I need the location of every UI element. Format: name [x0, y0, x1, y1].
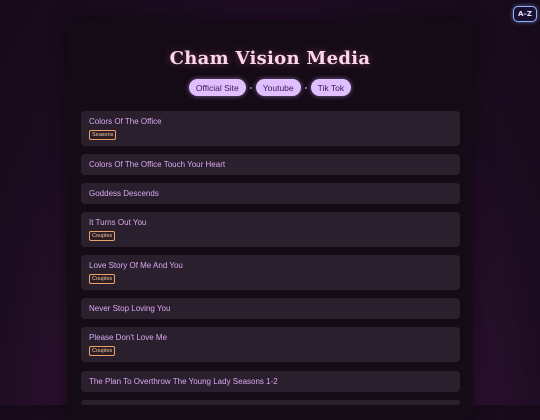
list-item-title: Goddess Descends: [89, 189, 159, 198]
list-item[interactable]: The Plan To Overthrow The Young Lady Sea…: [81, 371, 460, 392]
tag-badge: Couples: [89, 274, 116, 284]
list-item-title: The Plan To Overthrow The Young Lady Sea…: [89, 377, 278, 386]
list-item-title: It Turns Out You: [89, 218, 147, 227]
list-item-partial[interactable]: [81, 400, 460, 405]
page-title: Cham Vision Media: [169, 48, 371, 69]
list-item-title: Colors Of The Office: [89, 117, 162, 126]
tag-badge: Couples: [89, 346, 116, 356]
list-item[interactable]: Love Story Of Me And You Couples: [81, 255, 460, 290]
link-separator: [249, 86, 252, 89]
social-links: Official Site Youtube Tik Tok: [0, 79, 540, 96]
official-site-button[interactable]: Official Site: [188, 79, 246, 96]
tiktok-button[interactable]: Tik Tok: [310, 79, 352, 96]
tag-badge: Seasons: [89, 130, 117, 140]
list-item[interactable]: It Turns Out You Couples: [81, 212, 460, 247]
list-item-title: Please Don't Love Me: [89, 333, 168, 342]
youtube-button[interactable]: Youtube: [255, 79, 301, 96]
list-item[interactable]: Colors Of The Office Touch Your Heart: [81, 154, 460, 175]
list-item[interactable]: Colors Of The Office Seasons: [81, 111, 460, 146]
list-item[interactable]: Please Don't Love Me Couples: [81, 327, 460, 362]
sort-az-button[interactable]: A–Z: [513, 6, 537, 22]
list-item[interactable]: Never Stop Loving You: [81, 298, 460, 319]
list-item[interactable]: Goddess Descends: [81, 183, 460, 204]
list-item-title: Love Story Of Me And You: [89, 261, 183, 270]
tag-badge: Couples: [89, 231, 116, 241]
list-item-title: Colors Of The Office Touch Your Heart: [89, 160, 226, 169]
link-separator: [304, 86, 307, 89]
list-item-title: Never Stop Loving You: [89, 304, 171, 313]
